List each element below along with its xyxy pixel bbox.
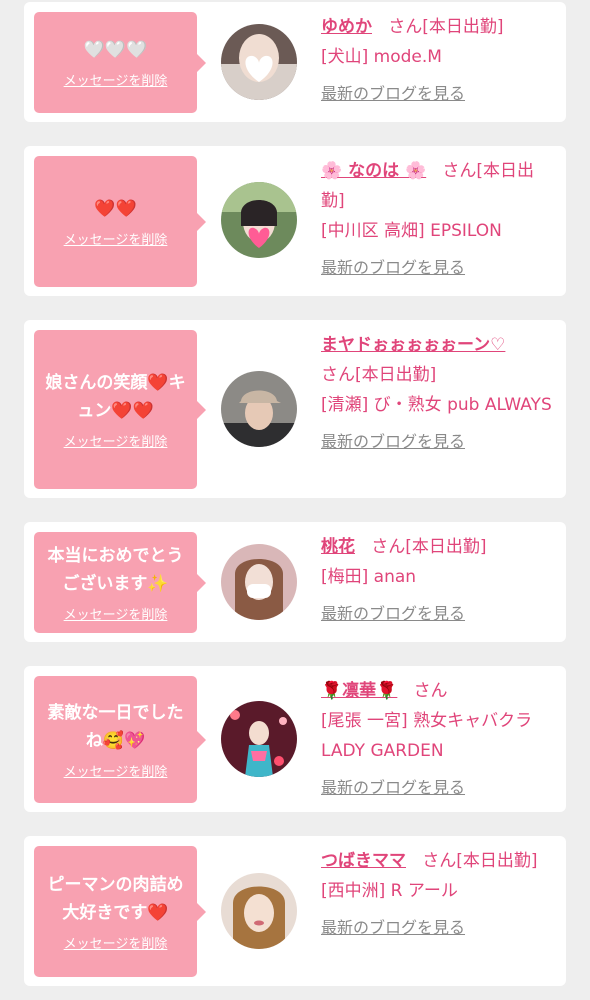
girl-info: まヤドぉぉぉぉぉーン♡ さん[本日出勤] [清瀬] び・熟女 pub ALWAYS… bbox=[321, 330, 553, 452]
girl-status: さん[本日出勤] bbox=[422, 851, 538, 871]
shop-info: [中川区 高畑] EPSILON bbox=[321, 221, 502, 241]
list-item: 娘さんの笑顔❤️キュン❤️❤️ メッセージを削除 まヤドぉぉぉぉぉーン♡ さん[本… bbox=[24, 320, 566, 498]
shop-info: [犬山] mode.M bbox=[321, 47, 442, 67]
message-text: ❤️❤️ bbox=[94, 199, 137, 219]
mask-photo-icon bbox=[221, 544, 297, 620]
girl-status: さん[本日出勤] bbox=[321, 365, 437, 385]
girl-name-link[interactable]: ゆめか bbox=[321, 17, 372, 37]
list-item: ❤️❤️ メッセージを削除 🌸 なのは 🌸 さん[本日出勤] [中川区 高畑] … bbox=[24, 146, 566, 296]
girl-name-link[interactable]: 桃花 bbox=[321, 537, 355, 557]
message-text: 素敵な一日でしたね🥰💖 bbox=[47, 703, 184, 751]
latest-blog-link[interactable]: 最新のブログを見る bbox=[321, 914, 465, 938]
list-item: 素敵な一日でしたね🥰💖 メッセージを削除 🌹凛華🌹 さん [尾張 一宮] 熟女キ… bbox=[24, 666, 566, 812]
shop-info: [尾張 一宮] 熟女キャバクラ LADY GARDEN bbox=[321, 711, 533, 761]
girl-info: 🌹凛華🌹 さん [尾張 一宮] 熟女キャバクラ LADY GARDEN 最新のブ… bbox=[321, 676, 553, 798]
message-bubble: 素敵な一日でしたね🥰💖 メッセージを削除 bbox=[34, 676, 206, 803]
delete-message-link[interactable]: メッセージを削除 bbox=[64, 229, 168, 248]
delete-message-link[interactable]: メッセージを削除 bbox=[64, 70, 168, 89]
kimono-photo-icon bbox=[221, 701, 297, 777]
shop-info: [梅田] anan bbox=[321, 567, 417, 587]
girl-status: さん bbox=[413, 681, 448, 701]
avatar[interactable] bbox=[221, 701, 297, 777]
girl-name-link[interactable]: 🌹凛華🌹 bbox=[321, 681, 397, 701]
latest-blog-link[interactable]: 最新のブログを見る bbox=[321, 600, 465, 624]
heart-sticker-photo-icon bbox=[221, 182, 297, 258]
portrait-photo-icon bbox=[221, 873, 297, 949]
cap-photo-icon bbox=[221, 371, 297, 447]
latest-blog-link[interactable]: 最新のブログを見る bbox=[321, 80, 465, 104]
message-bubble: 娘さんの笑顔❤️キュン❤️❤️ メッセージを削除 bbox=[34, 330, 206, 489]
list-item: ピーマンの肉詰め大好きです❤️ メッセージを削除 つばきママ さん[本日出勤] … bbox=[24, 836, 566, 986]
message-bubble: 本当におめでとうございます✨ メッセージを削除 bbox=[34, 532, 206, 633]
girl-name-link[interactable]: つばきママ bbox=[321, 851, 406, 871]
message-bubble: ピーマンの肉詰め大好きです❤️ メッセージを削除 bbox=[34, 846, 206, 977]
latest-blog-link[interactable]: 最新のブログを見る bbox=[321, 428, 465, 452]
delete-message-link[interactable]: メッセージを削除 bbox=[64, 431, 168, 450]
message-bubble: ❤️❤️ メッセージを削除 bbox=[34, 156, 206, 287]
delete-message-link[interactable]: メッセージを削除 bbox=[64, 933, 168, 952]
list-item: 🤍🤍🤍 メッセージを削除 ゆめか さん[本日出勤] [犬山] mode.M 最新… bbox=[24, 2, 566, 122]
delete-message-link[interactable]: メッセージを削除 bbox=[64, 604, 168, 623]
girl-info: つばきママ さん[本日出勤] [西中洲] R アール 最新のブログを見る bbox=[321, 846, 553, 938]
shop-info: [清瀬] び・熟女 pub ALWAYS bbox=[321, 395, 552, 415]
message-list: 🤍🤍🤍 メッセージを削除 ゆめか さん[本日出勤] [犬山] mode.M 最新… bbox=[0, 0, 590, 1000]
girl-status: さん[本日出勤] bbox=[388, 17, 504, 37]
message-text: 🤍🤍🤍 bbox=[83, 40, 148, 60]
shop-info: [西中洲] R アール bbox=[321, 881, 458, 901]
list-item: 本当におめでとうございます✨ メッセージを削除 桃花 さん[本日出勤] [梅田]… bbox=[24, 522, 566, 642]
delete-message-link[interactable]: メッセージを削除 bbox=[64, 761, 168, 780]
avatar[interactable] bbox=[221, 371, 297, 447]
avatar[interactable] bbox=[221, 24, 297, 100]
latest-blog-link[interactable]: 最新のブログを見る bbox=[321, 254, 465, 278]
girl-name-link[interactable]: 🌸 なのは 🌸 bbox=[321, 161, 426, 181]
heart-sticker-photo-icon bbox=[221, 24, 297, 100]
girl-name-link[interactable]: まヤドぉぉぉぉぉーン♡ bbox=[321, 335, 505, 355]
message-text: 本当におめでとうございます✨ bbox=[47, 546, 184, 594]
message-bubble: 🤍🤍🤍 メッセージを削除 bbox=[34, 12, 206, 113]
girl-status: さん[本日出勤] bbox=[371, 537, 487, 557]
message-text: ピーマンの肉詰め大好きです❤️ bbox=[47, 875, 184, 923]
avatar[interactable] bbox=[221, 182, 297, 258]
avatar[interactable] bbox=[221, 544, 297, 620]
girl-info: 桃花 さん[本日出勤] [梅田] anan 最新のブログを見る bbox=[321, 532, 553, 624]
avatar[interactable] bbox=[221, 873, 297, 949]
girl-info: ゆめか さん[本日出勤] [犬山] mode.M 最新のブログを見る bbox=[321, 12, 553, 104]
message-text: 娘さんの笑顔❤️キュン❤️❤️ bbox=[45, 373, 186, 421]
girl-info: 🌸 なのは 🌸 さん[本日出勤] [中川区 高畑] EPSILON 最新のブログ… bbox=[321, 156, 553, 278]
latest-blog-link[interactable]: 最新のブログを見る bbox=[321, 774, 465, 798]
